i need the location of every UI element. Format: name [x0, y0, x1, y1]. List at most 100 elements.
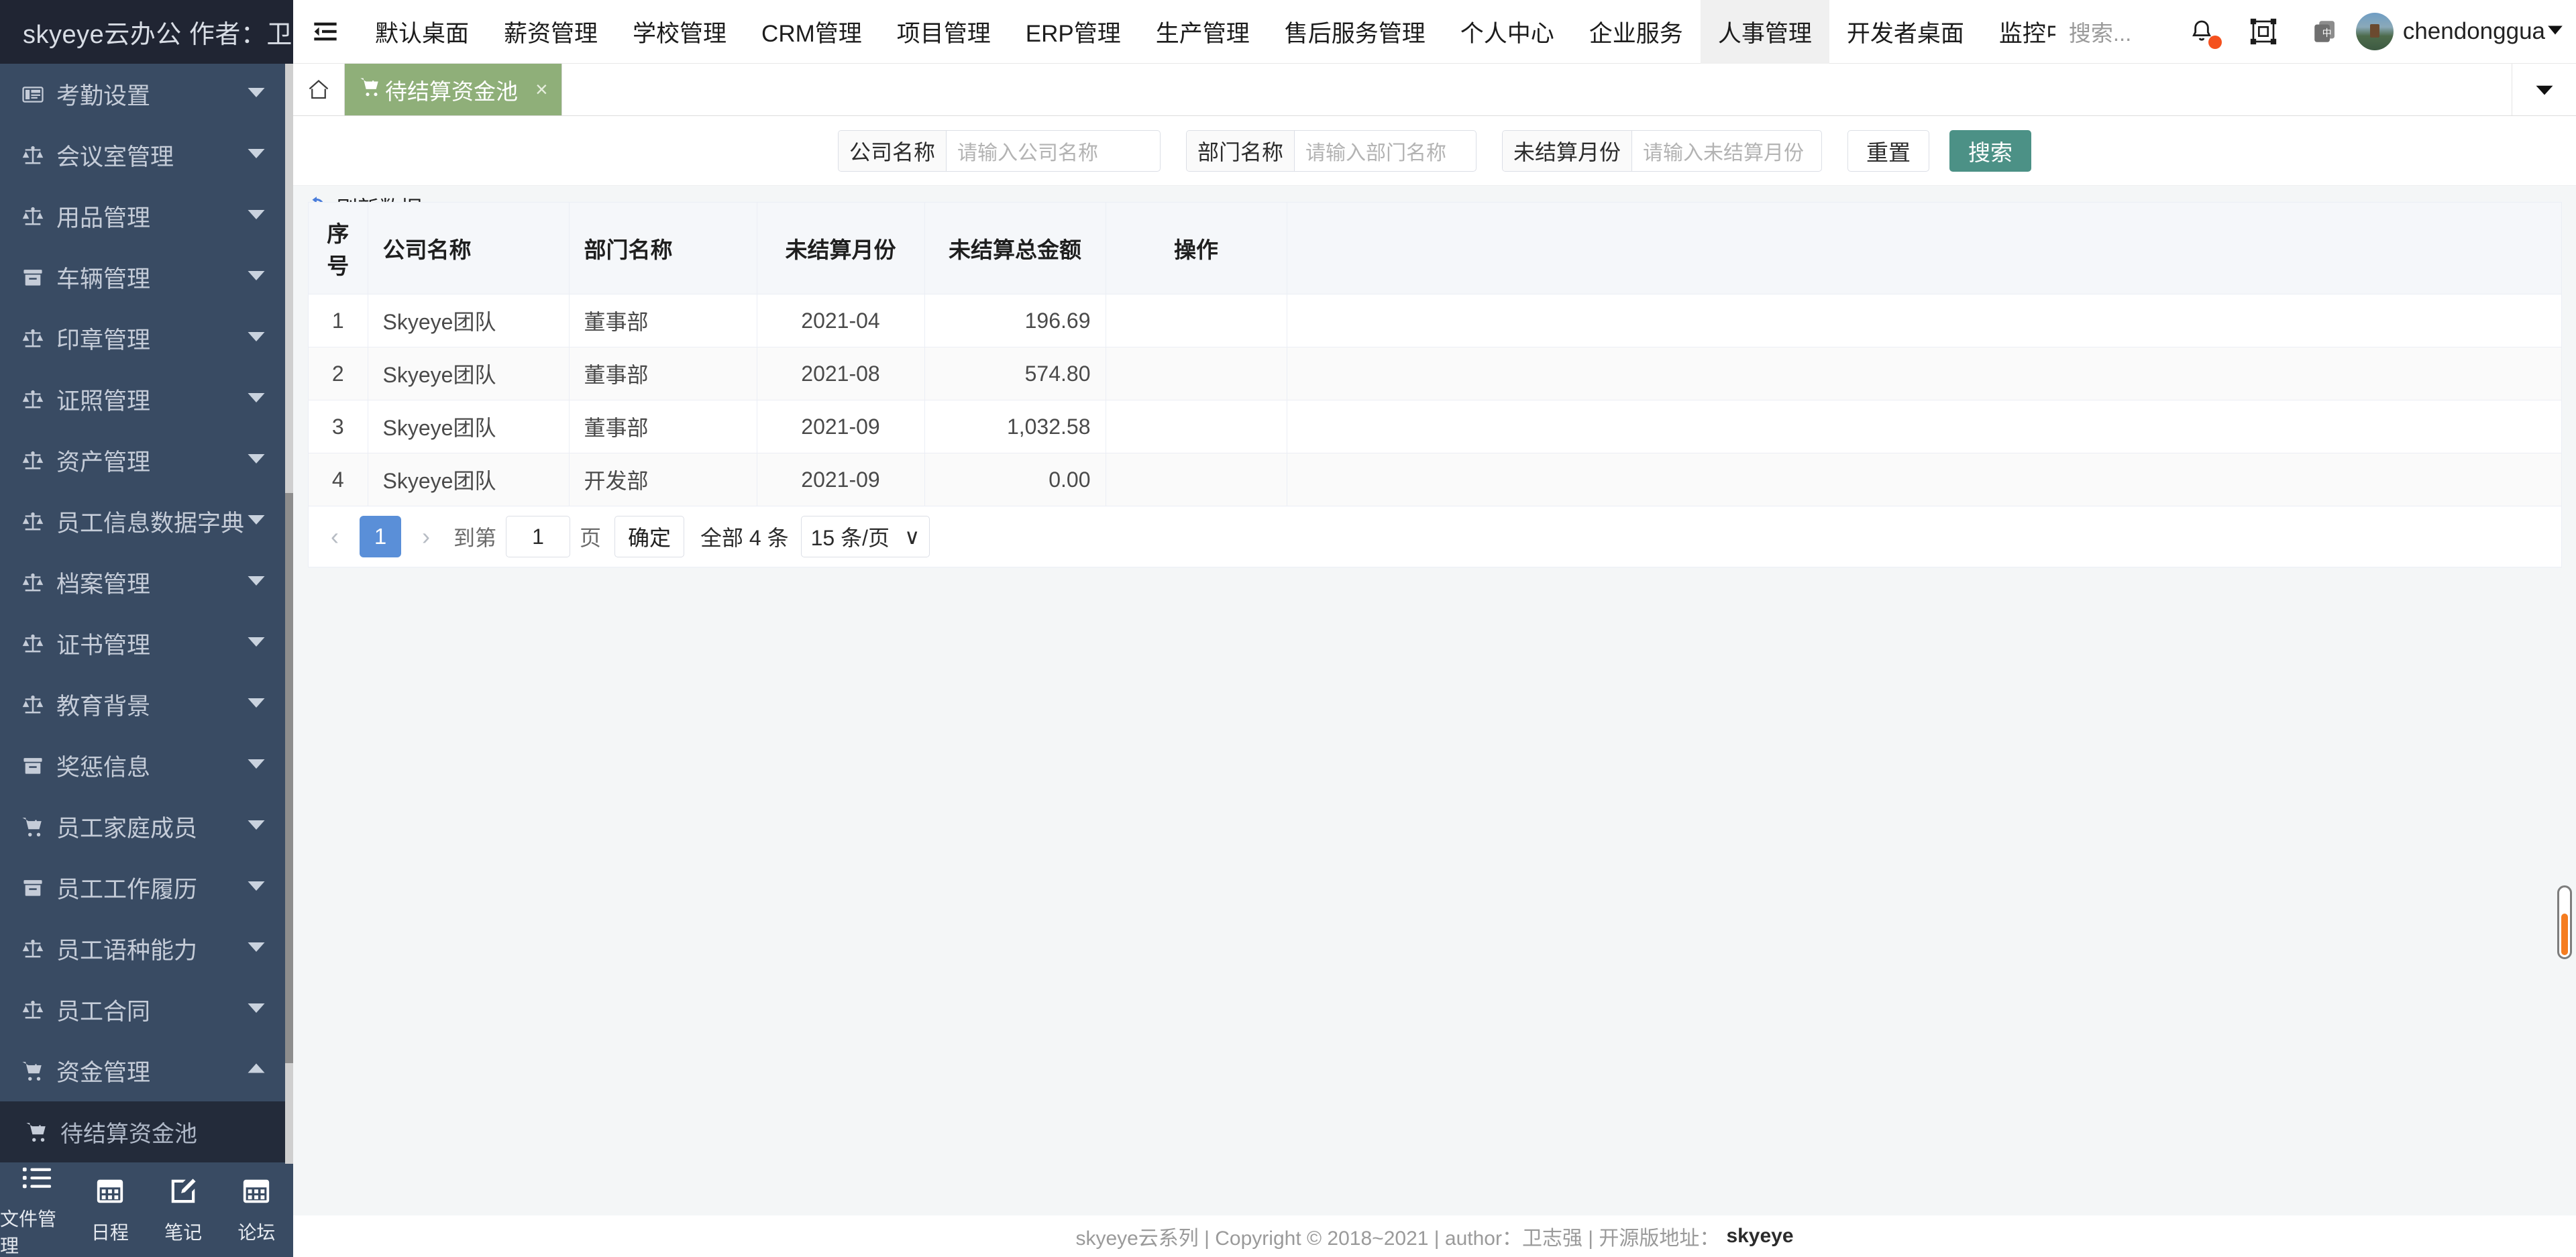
hamburger-icon[interactable] [293, 18, 358, 45]
global-search-input[interactable]: 搜索... [2069, 15, 2132, 48]
top-nav-tab-5[interactable]: ERP管理 [1008, 0, 1138, 64]
chevron-down-icon[interactable] [246, 692, 266, 718]
tab-pending-settlement-pool[interactable]: 待结算资金池 × [344, 64, 562, 115]
top-nav-tab-11[interactable]: 开发者桌面 [1829, 0, 1982, 64]
department-name-input[interactable]: 请输入部门名称 [1295, 131, 1476, 171]
sidebar-item-5[interactable]: 证照管理 [0, 369, 293, 430]
department-name-field[interactable]: 部门名称 请输入部门名称 [1185, 129, 1477, 172]
chevron-down-icon[interactable] [246, 936, 266, 963]
sidebar-item-10[interactable]: 教育背景 [0, 674, 293, 735]
unsettled-month-input[interactable]: 请输入未结算月份 [1632, 131, 1821, 171]
page-size-select[interactable]: 15 条/页 ∨ [800, 516, 930, 557]
cell-amount: 196.69 [924, 294, 1106, 347]
cell-company: Skyeye团队 [368, 400, 570, 453]
top-nav-tab-12[interactable]: 监控中心 [1982, 0, 2055, 64]
cell-department: 董事部 [569, 294, 757, 347]
top-nav-tab-2[interactable]: 学校管理 [615, 0, 744, 64]
chevron-down-icon[interactable] [246, 997, 266, 1024]
chevron-down-icon[interactable] [246, 814, 266, 840]
company-name-input[interactable]: 请输入公司名称 [947, 131, 1160, 171]
sidebar-bottom-item-2[interactable]: 笔记 [147, 1176, 220, 1245]
footer-link-skyeye[interactable]: skyeye [1726, 1225, 1793, 1248]
chevron-down-icon[interactable] [246, 264, 266, 291]
table-row[interactable]: 1 Skyeye团队 董事部 2021-04 196.69 [309, 294, 2561, 347]
chevron-down-icon[interactable] [246, 203, 266, 230]
chevron-down-icon[interactable] [246, 447, 266, 474]
reset-button[interactable]: 重置 [1847, 129, 1930, 172]
language-switch-icon[interactable]: 中 [2294, 17, 2356, 46]
sidebar-item-16[interactable]: 资金管理 [0, 1040, 293, 1101]
top-nav-tab-1[interactable]: 薪资管理 [486, 0, 615, 64]
cell-filler [1287, 347, 2561, 400]
chevron-down-icon[interactable] [246, 325, 266, 352]
sidebar-scrollbar-thumb[interactable] [285, 493, 293, 1063]
top-nav-tab-9[interactable]: 企业服务 [1572, 0, 1701, 64]
chevron-down-icon[interactable] [246, 631, 266, 657]
top-nav-tab-6[interactable]: 生产管理 [1138, 0, 1267, 64]
tab-overflow-chevron-down-icon[interactable] [2512, 64, 2576, 115]
prev-page-button[interactable]: ‹ [317, 518, 353, 555]
unsettled-month-field[interactable]: 未结算月份 请输入未结算月份 [1502, 129, 1823, 172]
chevron-down-icon[interactable] [246, 569, 266, 596]
table-row[interactable]: 2 Skyeye团队 董事部 2021-08 574.80 [309, 347, 2561, 400]
top-nav-tab-8[interactable]: 个人中心 [1443, 0, 1572, 64]
cell-company: Skyeye团队 [368, 294, 570, 347]
cell-index: 2 [309, 347, 368, 400]
sidebar-scrollbar[interactable] [285, 64, 293, 1164]
next-page-button[interactable]: › [408, 518, 444, 555]
sidebar-item-0[interactable]: 考勤设置 [0, 64, 293, 125]
chevron-down-icon[interactable] [2546, 21, 2564, 42]
sidebar-item-6[interactable]: 资产管理 [0, 430, 293, 491]
top-nav-tab-label: 开发者桌面 [1846, 20, 1964, 47]
company-name-field[interactable]: 公司名称 请输入公司名称 [837, 129, 1161, 172]
table-row[interactable]: 4 Skyeye团队 开发部 2021-09 0.00 [309, 453, 2561, 506]
table-row[interactable]: 3 Skyeye团队 董事部 2021-09 1,032.58 [309, 400, 2561, 453]
sidebar-menu: 考勤设置 会议室管理 用品管理 车辆管理印章管理证照管理 资产管理 员工信息数据字典 档案管… [0, 64, 293, 1164]
chevron-down-icon[interactable] [246, 81, 266, 108]
search-button[interactable]: 搜索 [1949, 129, 2032, 172]
sidebar-bottom-item-0[interactable]: 文件管理 [0, 1162, 73, 1257]
top-nav-tab-7[interactable]: 售后服务管理 [1267, 0, 1443, 64]
fullscreen-icon[interactable] [2233, 18, 2294, 45]
chevron-down-icon[interactable] [246, 386, 266, 413]
avatar[interactable] [2355, 13, 2394, 50]
sidebar-item-14[interactable]: 员工语种能力 [0, 918, 293, 979]
notification-bell-button[interactable] [2171, 18, 2233, 49]
sidebar-item-12[interactable]: 员工家庭成员 [0, 796, 293, 857]
chevron-down-icon[interactable] [246, 875, 266, 901]
confirm-page-button[interactable]: 确定 [614, 516, 685, 557]
close-icon[interactable]: × [535, 77, 548, 102]
chevron-down-icon[interactable] [246, 142, 266, 169]
sidebar-item-9[interactable]: 证书管理 [0, 613, 293, 674]
cell-filler [1287, 294, 2561, 347]
sidebar-subitem-pending-settlement-pool[interactable]: 待结算资金池 [0, 1101, 293, 1162]
sidebar-item-label: 员工合同 [56, 999, 151, 1025]
archive-icon [21, 266, 56, 289]
sidebar-bottom-item-3[interactable]: 论坛 [220, 1176, 293, 1245]
sidebar-item-2[interactable]: 用品管理 [0, 186, 293, 247]
chevron-down-icon[interactable] [246, 508, 266, 535]
sidebar-item-1[interactable]: 会议室管理 [0, 125, 293, 186]
sidebar-item-11[interactable]: 奖惩信息 [0, 735, 293, 796]
sidebar-item-13[interactable]: 员工工作履历 [0, 857, 293, 918]
sidebar-item-15[interactable]: 员工合同 [0, 979, 293, 1040]
chevron-up-icon[interactable] [246, 1058, 266, 1085]
page-scrollbar-thumb[interactable] [2561, 914, 2568, 955]
goto-page-input[interactable]: 1 [506, 516, 571, 557]
page-scrollbar[interactable] [2557, 885, 2572, 959]
sidebar-item-8[interactable]: 档案管理 [0, 552, 293, 613]
page-number-1[interactable]: 1 [360, 516, 401, 557]
sidebar-item-4[interactable]: 印章管理 [0, 308, 293, 369]
sidebar-item-label: 印章管理 [56, 327, 151, 353]
top-nav-tab-4[interactable]: 项目管理 [879, 0, 1008, 64]
sidebar-bottom-item-1[interactable]: 日程 [73, 1176, 146, 1245]
chevron-down-icon[interactable] [246, 753, 266, 779]
top-nav-tab-0[interactable]: 默认桌面 [358, 0, 486, 64]
sidebar-item-3[interactable]: 车辆管理 [0, 247, 293, 308]
scale-icon [21, 205, 56, 228]
sidebar-item-7[interactable]: 员工信息数据字典 [0, 491, 293, 552]
home-icon[interactable] [293, 64, 344, 115]
top-nav-tab-10[interactable]: 人事管理 [1700, 0, 1829, 64]
username-label[interactable]: chendonggua [2403, 18, 2545, 45]
top-nav-tab-3[interactable]: CRM管理 [744, 0, 879, 64]
